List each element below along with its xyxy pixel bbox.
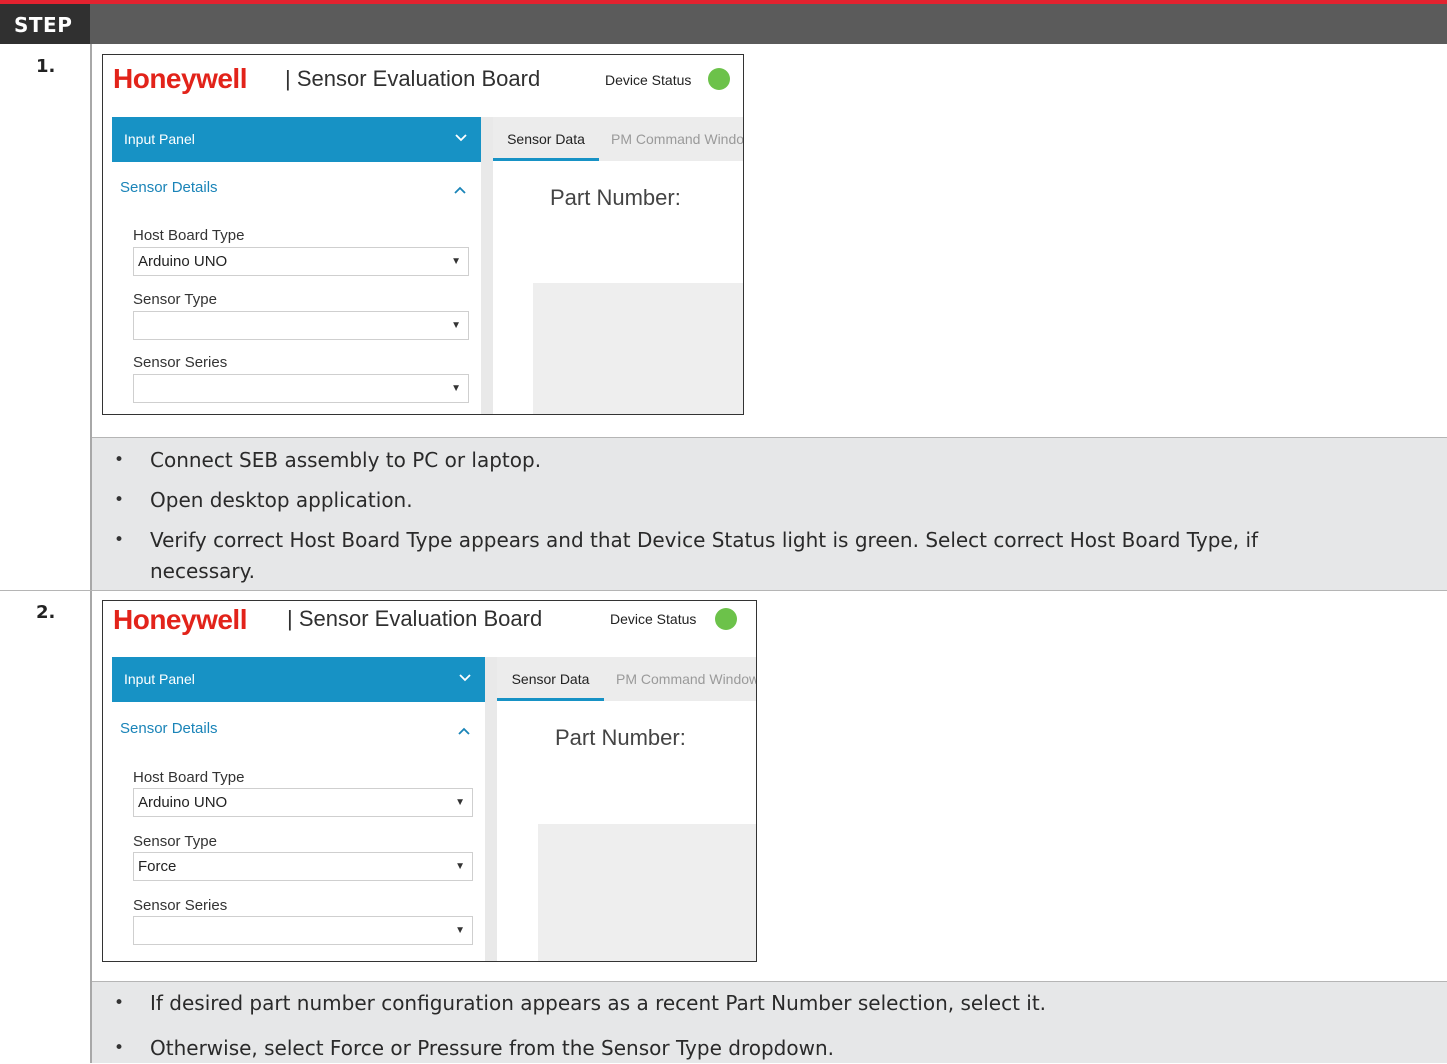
input-panel-header[interactable]: Input Panel [112, 657, 485, 702]
device-status-label: Device Status [610, 611, 697, 627]
sensor-type-label: Sensor Type [133, 291, 217, 308]
chevron-up-icon[interactable] [454, 182, 466, 198]
sensor-type-value: Force [138, 858, 177, 875]
host-board-type-select[interactable]: Arduino UNO ▼ [133, 788, 473, 817]
host-board-type-select[interactable]: Arduino UNO ▼ [133, 247, 469, 276]
list-item: Open desktop application. [92, 485, 1447, 516]
input-panel-title: Input Panel [124, 671, 195, 687]
sensor-series-label: Sensor Series [133, 354, 228, 371]
list-item: Otherwise, select Force or Pressure from… [92, 1033, 1447, 1064]
input-panel-title: Input Panel [124, 131, 195, 147]
tab-pm-command-window[interactable]: PM Command Window [611, 117, 743, 161]
device-status-label: Device Status [605, 72, 692, 88]
dropdown-arrow-icon: ▼ [451, 256, 461, 267]
list-item: Connect SEB assembly to PC or laptop. [92, 445, 1447, 476]
chevron-down-icon[interactable] [455, 130, 467, 146]
sensor-details-title[interactable]: Sensor Details [120, 179, 218, 196]
host-board-type-label: Host Board Type [133, 227, 245, 244]
input-panel-header[interactable]: Input Panel [112, 117, 481, 162]
dropdown-arrow-icon: ▼ [455, 925, 465, 936]
app-screenshot: Honeywell | Sensor Evaluation Board Devi… [102, 54, 744, 415]
panel-divider [485, 657, 497, 961]
dropdown-arrow-icon: ▼ [451, 383, 461, 394]
chevron-up-icon[interactable] [458, 723, 470, 739]
app-title: | Sensor Evaluation Board [285, 66, 541, 91]
dropdown-arrow-icon: ▼ [455, 861, 465, 872]
list-item: If desired part number configuration app… [92, 988, 1447, 1019]
step-2-instructions: If desired part number configuration app… [92, 981, 1447, 1064]
dropdown-arrow-icon: ▼ [451, 320, 461, 331]
tab-sensor-data[interactable]: Sensor Data [493, 117, 599, 161]
sensor-series-select[interactable]: ▼ [133, 374, 469, 403]
host-board-type-label: Host Board Type [133, 769, 245, 786]
sensor-type-label: Sensor Type [133, 833, 217, 850]
sensor-type-select[interactable]: ▼ [133, 311, 469, 340]
data-display-area [538, 824, 756, 961]
chevron-down-icon[interactable] [459, 670, 471, 686]
step-number: 2. [36, 602, 56, 623]
honeywell-logo: Honeywell [113, 604, 247, 635]
honeywell-logo: Honeywell [113, 63, 247, 94]
step-1-instructions: Connect SEB assembly to PC or laptop. Op… [92, 437, 1447, 591]
sensor-series-select[interactable]: ▼ [133, 916, 473, 945]
tab-pm-command-window[interactable]: PM Command Window [616, 657, 756, 701]
part-number-label: Part Number: [550, 185, 681, 210]
dropdown-arrow-icon: ▼ [455, 797, 465, 808]
sensor-details-title[interactable]: Sensor Details [120, 720, 218, 737]
step-column-header: STEP [0, 4, 90, 44]
app-screenshot: Honeywell | Sensor Evaluation Board Devi… [102, 600, 757, 962]
tab-sensor-data[interactable]: Sensor Data [497, 657, 604, 701]
host-board-type-value: Arduino UNO [138, 253, 228, 270]
list-item: Verify correct Host Board Type appears a… [92, 525, 1447, 587]
part-number-label: Part Number: [555, 725, 686, 750]
device-status-indicator [708, 68, 730, 90]
row-separator [0, 590, 1447, 591]
device-status-indicator [715, 608, 737, 630]
panel-divider [481, 117, 493, 414]
data-display-area [533, 283, 743, 414]
host-board-type-value: Arduino UNO [138, 794, 228, 811]
sensor-series-label: Sensor Series [133, 897, 228, 914]
sensor-type-select[interactable]: Force ▼ [133, 852, 473, 881]
step-number: 1. [36, 56, 56, 77]
app-title: | Sensor Evaluation Board [287, 606, 543, 631]
table-header [0, 4, 1447, 44]
